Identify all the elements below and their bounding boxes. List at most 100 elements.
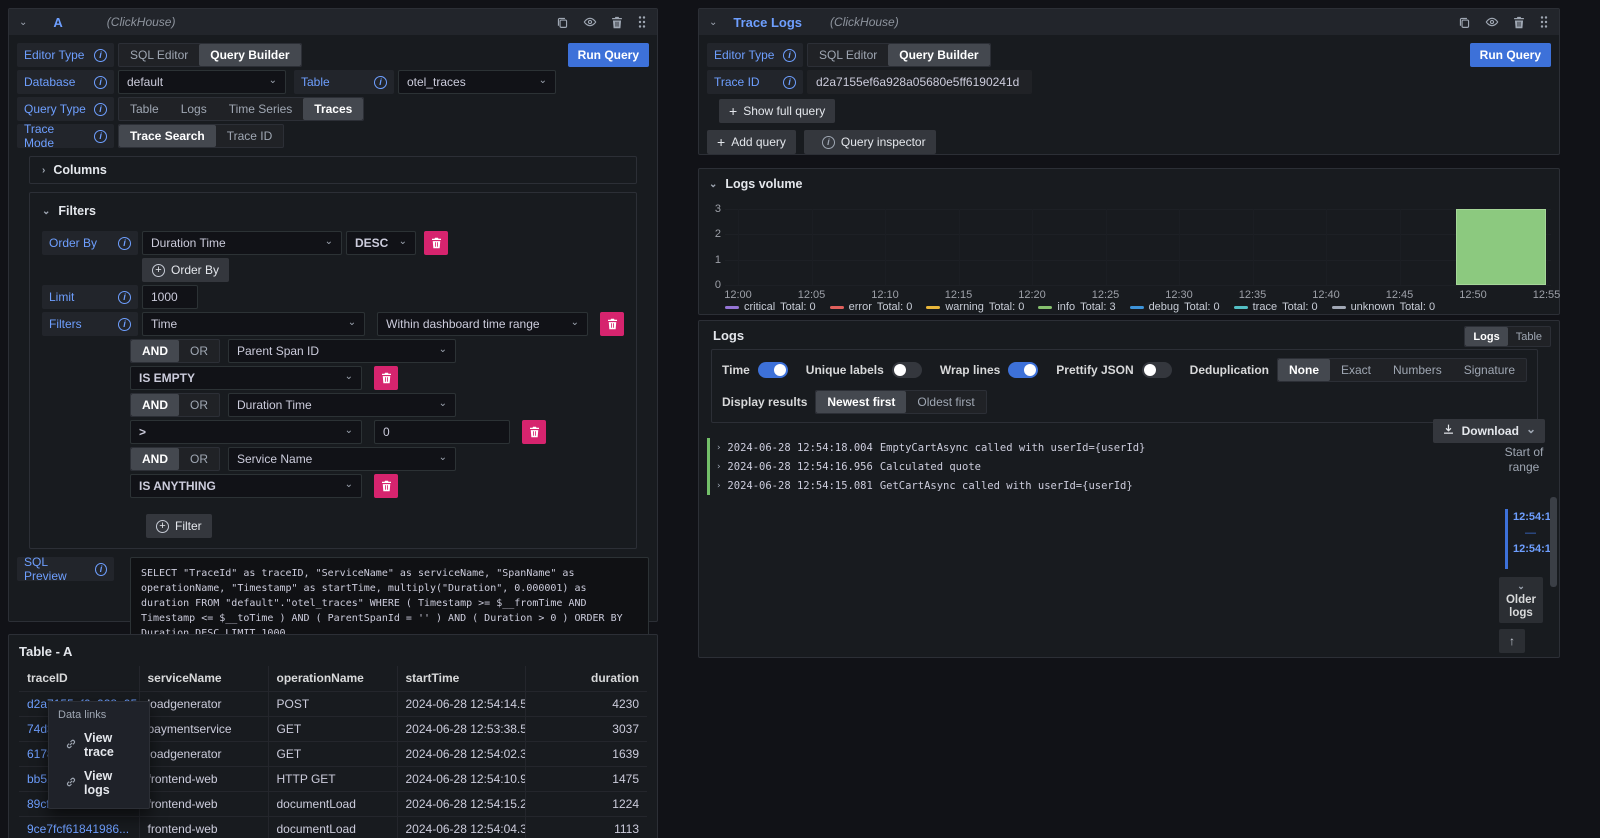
option-and[interactable]: AND <box>131 448 179 470</box>
drag-handle-icon[interactable] <box>637 15 647 29</box>
option-none[interactable]: None <box>1278 359 1330 381</box>
option-sql-editor[interactable]: SQL Editor <box>808 44 888 66</box>
view-logs-menu-item[interactable]: View logs <box>49 764 149 802</box>
run-query-button[interactable]: Run Query <box>568 43 649 67</box>
log-row[interactable]: ›2024-06-28 12:54:15.081GetCartAsync cal… <box>707 476 1483 495</box>
remove-condition-button[interactable] <box>374 474 398 498</box>
eye-icon[interactable] <box>583 15 597 29</box>
condition-operator-select[interactable]: IS EMPTY <box>130 366 362 390</box>
legend-item-warning[interactable]: warningTotal: 0 <box>926 301 1024 313</box>
scroll-to-top-button[interactable] <box>1499 629 1525 653</box>
add-query-button[interactable]: Add query <box>707 130 796 154</box>
remove-order-by-button[interactable] <box>424 231 448 255</box>
option-newest-first[interactable]: Newest first <box>816 391 906 413</box>
drag-handle-icon[interactable] <box>1539 15 1549 29</box>
trash-icon[interactable] <box>1513 16 1525 29</box>
info-icon[interactable] <box>94 76 107 89</box>
info-icon[interactable] <box>374 76 387 89</box>
info-icon[interactable] <box>118 237 131 250</box>
order-by-field-select[interactable]: Duration Time <box>142 231 342 255</box>
legend-item-info[interactable]: infoTotal: 3 <box>1038 301 1115 313</box>
expand-log-chevron-icon[interactable]: › <box>716 443 721 453</box>
collapse-chevron-icon[interactable]: ⌄ <box>19 17 27 28</box>
columns-section-header[interactable]: › Columns <box>42 162 624 178</box>
chart-bar-info[interactable] <box>1456 209 1546 285</box>
legend-item-error[interactable]: errorTotal: 0 <box>830 301 913 313</box>
condition-operator-select[interactable]: > <box>130 420 362 444</box>
column-header-traceid[interactable]: traceID <box>19 666 139 691</box>
condition-field-select[interactable]: Duration Time <box>228 393 456 417</box>
add-filter-button[interactable]: Filter <box>146 514 212 538</box>
option-table[interactable]: Table <box>1508 327 1550 346</box>
query-inspector-button[interactable]: Query inspector <box>804 130 936 154</box>
view-trace-menu-item[interactable]: View trace <box>49 726 149 764</box>
legend-item-trace[interactable]: traceTotal: 0 <box>1234 301 1318 313</box>
database-select[interactable]: default <box>118 70 286 94</box>
trace-id-input[interactable]: d2a7155ef6a928a05680e5ff6190241d <box>807 70 1032 94</box>
option-trace-id[interactable]: Trace ID <box>216 125 284 147</box>
limit-input[interactable]: 1000 <box>142 285 198 309</box>
option-or[interactable]: OR <box>179 394 219 416</box>
query-ref-id[interactable]: A <box>53 15 62 30</box>
remove-condition-button[interactable] <box>374 366 398 390</box>
copy-icon[interactable] <box>1458 16 1471 29</box>
option-table[interactable]: Table <box>119 98 170 120</box>
info-icon[interactable] <box>783 76 796 89</box>
legend-item-critical[interactable]: criticalTotal: 0 <box>725 301 816 313</box>
collapse-chevron-icon[interactable]: ⌄ <box>709 17 717 28</box>
option-oldest-first[interactable]: Oldest first <box>906 391 985 413</box>
info-icon[interactable] <box>95 563 107 576</box>
option-exact[interactable]: Exact <box>1330 359 1382 381</box>
option-logs[interactable]: Logs <box>170 98 218 120</box>
condition-value-input[interactable]: 0 <box>374 420 510 444</box>
condition-field-select[interactable]: Parent Span ID <box>228 339 456 363</box>
info-icon[interactable] <box>783 49 796 62</box>
option-numbers[interactable]: Numbers <box>1382 359 1453 381</box>
option-or[interactable]: OR <box>179 340 219 362</box>
info-icon[interactable] <box>118 291 131 304</box>
wrap-lines-toggle[interactable] <box>1008 362 1038 378</box>
trace-id-link[interactable]: 9ce7fcf61841986... <box>19 816 139 838</box>
filters-section-header[interactable]: ⌄ Filters <box>42 203 624 219</box>
option-sql-editor[interactable]: SQL Editor <box>119 44 199 66</box>
show-full-query-button[interactable]: Show full query <box>719 99 835 123</box>
unique-labels-toggle[interactable] <box>892 362 922 378</box>
column-header-servicename[interactable]: serviceName <box>139 666 268 691</box>
run-query-button[interactable]: Run Query <box>1470 43 1551 67</box>
info-icon[interactable] <box>94 130 107 143</box>
filter-time-operator-select[interactable]: Within dashboard time range <box>377 312 588 336</box>
info-icon[interactable] <box>94 49 107 62</box>
copy-icon[interactable] <box>556 16 569 29</box>
option-query-builder[interactable]: Query Builder <box>888 44 989 66</box>
log-row[interactable]: ›2024-06-28 12:54:18.004EmptyCartAsync c… <box>707 438 1483 457</box>
option-logs[interactable]: Logs <box>1465 327 1507 346</box>
time-toggle[interactable] <box>758 362 788 378</box>
logs-volume-header[interactable]: ⌄ Logs volume <box>699 169 1559 191</box>
column-header-duration[interactable]: duration <box>525 666 647 691</box>
option-and[interactable]: AND <box>131 340 179 362</box>
option-and[interactable]: AND <box>131 394 179 416</box>
option-trace-search[interactable]: Trace Search <box>119 125 216 147</box>
remove-condition-button[interactable] <box>522 420 546 444</box>
option-traces[interactable]: Traces <box>303 98 363 120</box>
trash-icon[interactable] <box>611 16 623 29</box>
option-query-builder[interactable]: Query Builder <box>199 44 300 66</box>
log-row[interactable]: ›2024-06-28 12:54:16.956Calculated quote <box>707 457 1483 476</box>
expand-log-chevron-icon[interactable]: › <box>716 481 721 491</box>
column-header-starttime[interactable]: startTime <box>397 666 525 691</box>
condition-field-select[interactable]: Service Name <box>228 447 456 471</box>
filter-time-field-select[interactable]: Time <box>142 312 365 336</box>
query-ref-id[interactable]: Trace Logs <box>733 15 802 30</box>
order-by-direction-select[interactable]: DESC <box>346 231 416 255</box>
older-logs-button[interactable]: ⌄ Olderlogs <box>1499 577 1543 623</box>
logs-scrollbar[interactable] <box>1550 497 1557 587</box>
table-select[interactable]: otel_traces <box>398 70 556 94</box>
info-icon[interactable] <box>118 318 131 331</box>
option-or[interactable]: OR <box>179 448 219 470</box>
column-header-operationname[interactable]: operationName <box>268 666 397 691</box>
remove-filter-button[interactable] <box>600 312 624 336</box>
prettify-json-toggle[interactable] <box>1142 362 1172 378</box>
option-time-series[interactable]: Time Series <box>218 98 304 120</box>
expand-log-chevron-icon[interactable]: › <box>716 462 721 472</box>
legend-item-unknown[interactable]: unknownTotal: 0 <box>1332 301 1436 313</box>
